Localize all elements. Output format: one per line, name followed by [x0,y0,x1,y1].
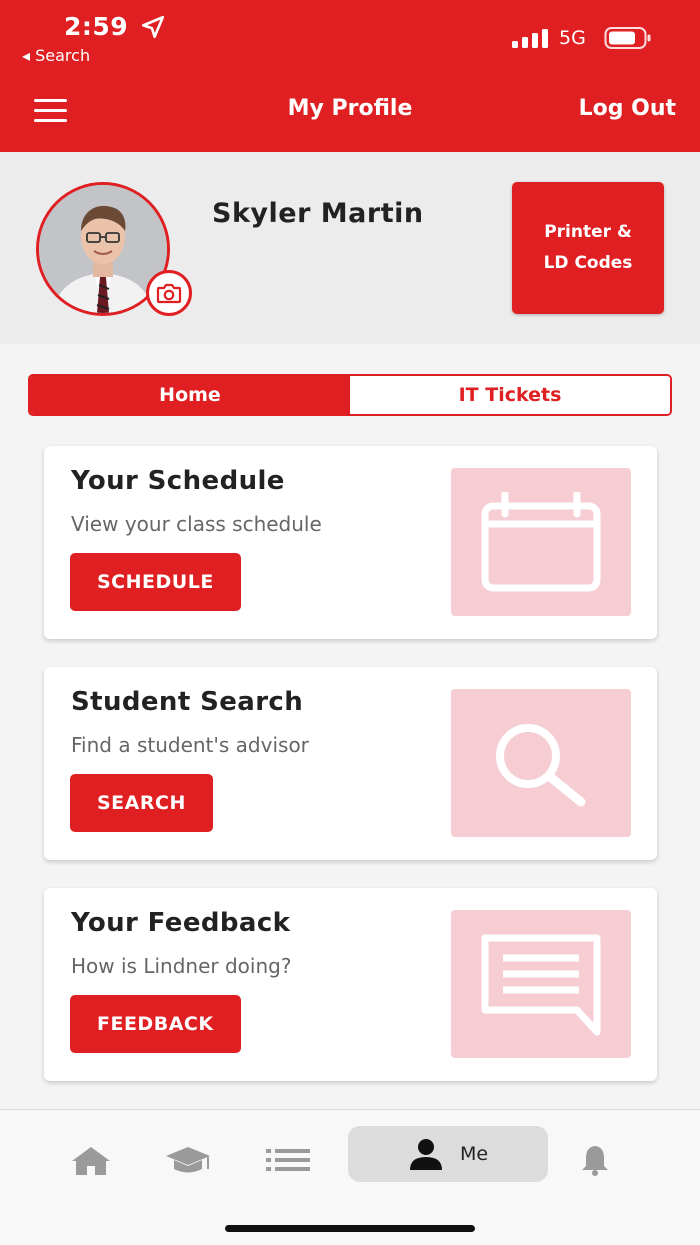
nav-academics[interactable] [164,1140,212,1180]
card-subtitle: Find a student's advisor [71,733,309,757]
feedback-card: Your Feedback How is Lindner doing? FEED… [44,888,657,1081]
card-subtitle: View your class schedule [71,512,322,536]
magnifier-icon [496,724,586,807]
graduation-cap-icon [166,1147,210,1173]
nav-list[interactable] [266,1140,310,1180]
nav-me[interactable]: Me [348,1126,548,1182]
search-tile [451,689,631,837]
card-title: Your Schedule [71,466,285,496]
bell-icon [582,1146,608,1176]
tab-home[interactable]: Home [30,376,350,414]
schedule-button[interactable]: SCHEDULE [70,553,241,611]
network-type: 5G [559,27,586,49]
home-icon [72,1147,110,1175]
feedback-button[interactable]: FEEDBACK [70,995,241,1053]
person-icon [409,1139,442,1170]
printer-button-line2: LD Codes [543,253,633,273]
search-button[interactable]: SEARCH [70,774,213,832]
battery-icon [604,27,651,49]
calendar-icon [481,492,601,592]
printer-button-line1: Printer & [544,222,632,242]
log-out-button[interactable]: Log Out [579,96,676,121]
location-arrow-icon [141,15,165,39]
feedback-tile [451,910,631,1058]
card-title: Your Feedback [71,908,291,938]
student-search-card: Student Search Find a student's advisor … [44,667,657,860]
schedule-card: Your Schedule View your class schedule S… [44,446,657,639]
printer-ld-codes-button[interactable]: Printer & LD Codes [512,182,664,314]
nav-home[interactable] [70,1140,112,1180]
segmented-tabs: Home IT Tickets [28,374,672,416]
chat-bubble-icon [481,934,601,1036]
nav-notifications[interactable] [580,1140,610,1180]
card-subtitle: How is Lindner doing? [71,954,292,978]
change-photo-button[interactable] [146,270,192,316]
camera-icon [156,283,182,304]
profile-header: Skyler Martin Printer & LD Codes [0,152,700,344]
cellular-signal-icon [512,29,548,48]
nav-me-label: Me [459,1143,489,1165]
app-header: 2:59 ◂ Search 5G My Profile Log Out [0,0,700,152]
back-to-search-link[interactable]: ◂ Search [22,46,90,65]
home-indicator [225,1225,475,1232]
user-name: Skyler Martin [212,198,424,229]
calendar-tile [451,468,631,616]
list-icon [266,1149,310,1171]
status-time: 2:59 [64,12,129,41]
tab-it-tickets[interactable]: IT Tickets [350,376,670,414]
card-title: Student Search [71,687,304,717]
avatar-container [36,182,192,316]
